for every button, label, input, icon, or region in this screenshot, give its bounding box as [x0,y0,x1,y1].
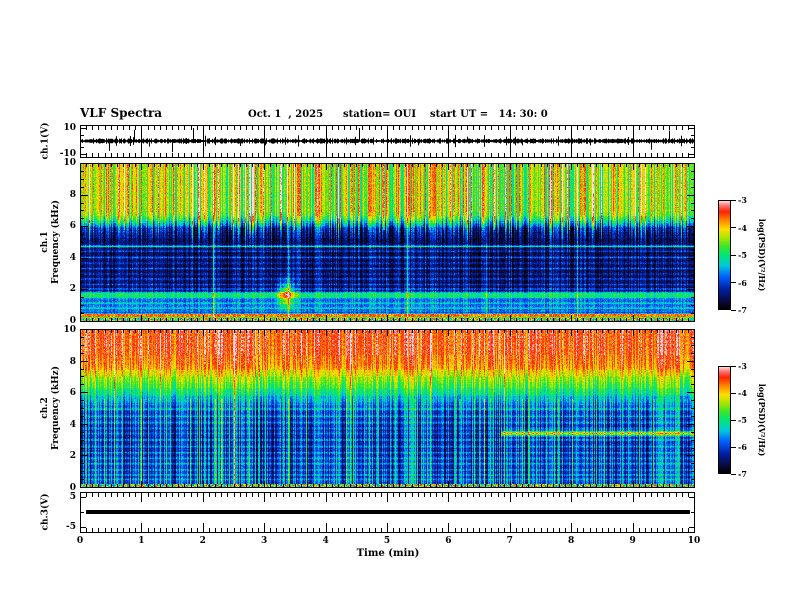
ch1-freq-tick-label: 4 [69,252,76,263]
x-axis-tick-label: 3 [261,536,268,546]
colorbar-tick-label: -6 [738,442,747,452]
colorbar-2-gradient [718,366,731,474]
x-axis-tick-label: 0 [76,536,84,546]
ch2-freq-tick-label: 8 [69,356,76,367]
ch1-waveform-canvas [80,125,695,158]
colorbar-tick [731,419,736,421]
figure-title: VLF Spectra [80,106,163,120]
ch2-freq-tick-label: 6 [69,388,76,399]
ch1-freq-tick-label: 2 [69,284,76,295]
colorbar-tick-label: -3 [738,361,747,371]
x-axis-tick-label: 10 [687,536,701,546]
x-axis-tick-label: 2 [199,536,206,546]
colorbar-tick-label: -7 [738,469,747,479]
colorbar-tick [731,199,736,201]
x-axis-tick-label: 6 [445,536,452,546]
ch1-spectrogram-canvas [80,163,695,322]
colorbar-tick-label: -7 [738,305,747,315]
x-axis-tick-label: 1 [138,536,145,546]
x-axis-tick-label: 4 [322,536,329,546]
ch1v-tick-label: 10 [63,123,76,134]
ch2-freq-tick-label: 4 [69,419,76,430]
ch2-freq-tick-label: 2 [69,451,76,462]
ch1-freq-tick-label: 8 [69,189,76,200]
colorbar-tick [731,446,736,448]
colorbar-tick [731,365,736,367]
x-axis-tick-label: 8 [568,536,575,546]
colorbar-tick [731,227,736,228]
ch1-frequency-axis-label: ch.1 Frequency (kHz) [40,200,63,284]
vlf-spectra-figure: VLF Spectra Oct. 1 , 2025 station= OUI s… [0,0,792,612]
colorbar-tick-label: -4 [738,222,747,233]
ch2-spectrogram-canvas [80,329,695,488]
ch2-freq-tick-label: 10 [63,325,76,335]
ch1v-tick-label: -10 [59,148,76,159]
colorbar-tick [731,282,736,283]
figure-start-ut: start UT = 14: 30: 0 [430,109,548,120]
colorbar-1-title: log(PSD)(V²/Hz) [757,218,767,292]
ch1-freq-tick-label: 10 [63,158,76,168]
colorbar-tick-label: -5 [738,415,747,425]
colorbar-tick [731,254,736,256]
colorbar-1-gradient [718,200,731,310]
colorbar-2-title: log(PSD)(V²/Hz) [757,383,767,457]
x-axis-tick-label: 7 [506,536,513,546]
figure-station: station= OUI [343,109,417,120]
colorbar-tick-label: -3 [738,195,747,205]
ch3-waveform-canvas [80,492,695,533]
ch2-frequency-axis-label-line2: Frequency (kHz) [51,365,61,451]
colorbar-tick [731,473,736,475]
ch2-frequency-axis-label-line1: ch.2 [39,397,50,419]
ch3v-tick-label: 5 [69,491,76,502]
figure-date: Oct. 1 , 2025 [248,109,324,120]
colorbar-tick [731,309,736,311]
ch1-freq-tick-label: 6 [69,221,76,232]
time-axis-label: Time (min) [356,548,420,559]
colorbar-tick-label: -6 [738,277,747,288]
colorbar-tick-label: -5 [738,250,747,260]
colorbar-tick [731,392,736,394]
ch3v-tick-label: -5 [66,522,76,533]
ch2-frequency-axis-label: ch.2 Frequency (kHz) [40,366,63,450]
x-axis-tick-label: 9 [629,536,636,546]
colorbar-tick-label: -4 [738,388,747,398]
ch1-frequency-axis-label-line2: Frequency (kHz) [51,199,61,285]
ch1-frequency-axis-label-line1: ch.1 [39,231,50,253]
x-axis-tick-label: 5 [383,536,391,546]
